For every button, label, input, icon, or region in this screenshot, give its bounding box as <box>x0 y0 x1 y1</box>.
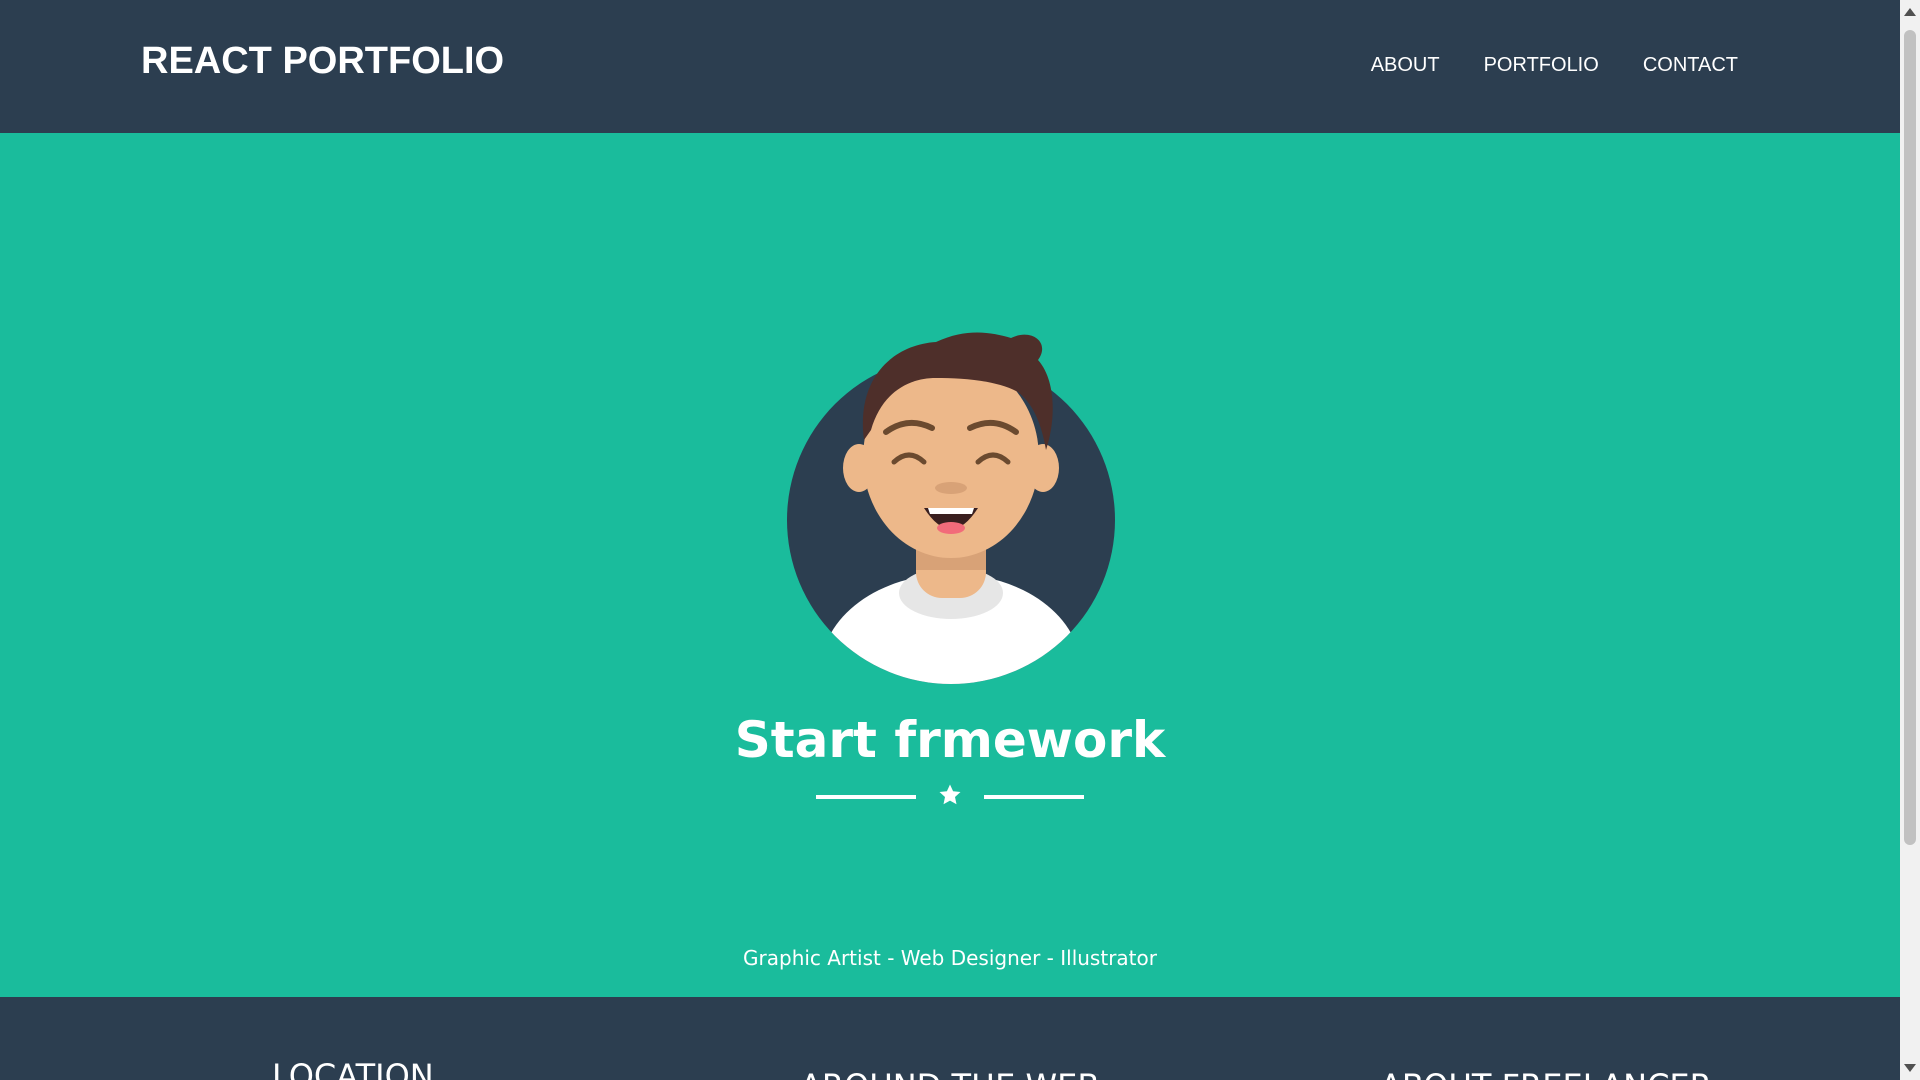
nav-link-portfolio[interactable]: PORTFOLIO <box>1484 54 1599 77</box>
nav-link-about[interactable]: ABOUT <box>1371 54 1440 77</box>
nav-link-contact[interactable]: CONTACT <box>1643 54 1738 77</box>
footer-about-title: ABOUT FREELANCER <box>1380 1067 1712 1080</box>
scroll-down-icon[interactable] <box>1904 1064 1916 1072</box>
star-icon <box>939 784 961 805</box>
avatar-illustration <box>787 332 1115 684</box>
hero-section: Start frmework Graphic Artist - Web Desi… <box>0 133 1900 997</box>
brand-logo[interactable]: REACT PORTFOLIO <box>141 40 504 83</box>
footer: LOCATION AROUND THE WEB ABOUT FREELANCER <box>0 997 1900 1080</box>
footer-location-title: LOCATION <box>272 1057 434 1080</box>
scroll-up-icon[interactable] <box>1904 8 1916 16</box>
footer-around-web-title: AROUND THE WEB <box>800 1067 1099 1080</box>
divider-line-right <box>984 795 1084 799</box>
scrollbar-thumb[interactable] <box>1904 30 1916 845</box>
hero-title: Start frmework <box>734 711 1166 769</box>
star-divider <box>816 783 1084 811</box>
hero-subtitle: Graphic Artist - Web Designer - Illustra… <box>743 946 1157 970</box>
nav-links: ABOUT PORTFOLIO CONTACT <box>1371 54 1738 77</box>
navbar: REACT PORTFOLIO ABOUT PORTFOLIO CONTACT <box>0 0 1900 133</box>
page-scrollbar[interactable] <box>1900 0 1920 1080</box>
divider-line-left <box>816 795 916 799</box>
